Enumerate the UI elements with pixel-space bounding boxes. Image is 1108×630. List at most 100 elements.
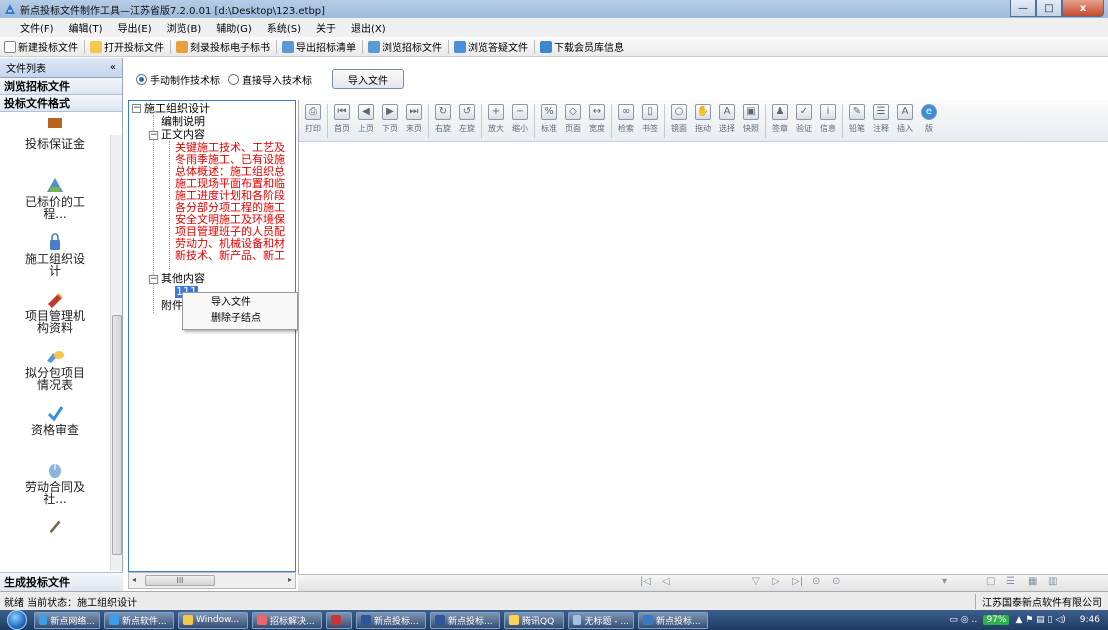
- fit-page-button[interactable]: ◇ 页面: [561, 100, 585, 140]
- sidebar-item-subcontract[interactable]: 拟分包项目情况表: [0, 345, 110, 402]
- menu-about[interactable]: 关于: [316, 20, 336, 35]
- view-grid-icon[interactable]: ▦: [1028, 576, 1037, 587]
- export-list-button[interactable]: 导出招标清单: [282, 39, 356, 54]
- sidebar-item-qualification[interactable]: 资格审查: [0, 402, 110, 459]
- sidebar-scroll-thumb[interactable]: [112, 315, 122, 555]
- sidebar-cat-bid-format[interactable]: 投标文件格式: [0, 95, 122, 112]
- close-button[interactable]: x: [1062, 0, 1104, 17]
- tree-horizontal-scrollbar[interactable]: ◂ III ▸: [128, 572, 296, 589]
- info-button[interactable]: i 信息: [816, 100, 840, 140]
- rotate-left-button[interactable]: ↺ 左旋: [455, 100, 479, 140]
- menu-system[interactable]: 系统(S): [267, 20, 301, 35]
- taskbar-item[interactable]: 新点投标...: [638, 611, 708, 629]
- ctx-delete-child[interactable]: 删除子结点: [183, 311, 297, 327]
- zoom-in-button[interactable]: + 放大: [484, 100, 508, 140]
- fit-width-button[interactable]: ↔ 宽度: [585, 100, 609, 140]
- download-member-button[interactable]: 下载会员库信息: [540, 39, 624, 54]
- nav-first-icon[interactable]: |◁: [640, 576, 651, 587]
- standard-size-button[interactable]: % 标准: [537, 100, 561, 140]
- taskbar-item[interactable]: [326, 611, 352, 629]
- maximize-button[interactable]: □: [1036, 0, 1062, 17]
- tree-scroll-thumb[interactable]: III: [145, 575, 215, 586]
- last-page-button[interactable]: ⏭ 末页: [402, 100, 426, 140]
- new-bid-file-button[interactable]: 新建投标文件: [4, 39, 78, 54]
- sidebar-item-more[interactable]: [0, 516, 110, 536]
- stamp-button[interactable]: ♟ 签章: [768, 100, 792, 140]
- sidebar-item-bid-bond[interactable]: 投标保证金: [0, 118, 110, 174]
- sidebar-item-construction-design[interactable]: 施工组织设计: [0, 231, 110, 288]
- mirror-button[interactable]: ○ 镜面: [667, 100, 691, 140]
- view-single-icon[interactable]: □: [986, 576, 995, 587]
- view-continuous-icon[interactable]: ☰: [1006, 576, 1015, 587]
- minimize-button[interactable]: —: [1010, 0, 1036, 17]
- zoom-dropdown-icon[interactable]: ▾: [942, 576, 947, 587]
- start-button[interactable]: [0, 610, 34, 630]
- scroll-right-icon[interactable]: ▸: [288, 575, 292, 584]
- taskbar-item[interactable]: Window...: [178, 611, 248, 629]
- radio-manual-tech[interactable]: 手动制作技术标: [136, 72, 220, 87]
- annotate-button[interactable]: ☰ 注释: [869, 100, 893, 140]
- tree-collapse-icon[interactable]: −: [149, 275, 158, 284]
- bookmark-button[interactable]: ▯ 书签: [638, 100, 662, 140]
- sidebar-cat-browse-tender[interactable]: 浏览招标文件: [0, 78, 122, 95]
- tray-icons-right[interactable]: ▲ ⚑ ▤ ▯ ◁): [1015, 615, 1065, 625]
- taskbar-item[interactable]: 腾讯QQ: [504, 611, 564, 629]
- taskbar-item[interactable]: 招标解决...: [252, 611, 322, 629]
- tree-collapse-icon[interactable]: −: [149, 131, 158, 140]
- search-button[interactable]: ∞ 检索: [614, 100, 638, 140]
- tray-icons[interactable]: ▭ ◎ ‥: [949, 615, 977, 625]
- first-page-button[interactable]: ⏮ 首页: [330, 100, 354, 140]
- snapshot-button[interactable]: ▣ 快照: [739, 100, 763, 140]
- version-button[interactable]: e版: [917, 100, 941, 140]
- browse-tender-button[interactable]: 浏览招标文件: [368, 39, 442, 54]
- menu-exit[interactable]: 退出(X): [351, 20, 386, 35]
- pencil-button[interactable]: ✎ 铅笔: [845, 100, 869, 140]
- print-button[interactable]: ⎙ 打印: [301, 100, 325, 140]
- tree-node-red-item[interactable]: 新技术、新产品、新工: [175, 250, 285, 262]
- nav-next-icon[interactable]: ▷: [772, 576, 780, 587]
- menu-browse[interactable]: 浏览(B): [167, 20, 202, 35]
- insert-button[interactable]: A 插入: [893, 100, 917, 140]
- nav-zoom-out-icon[interactable]: ⊙: [832, 576, 840, 587]
- zoom-out-button[interactable]: − 缩小: [508, 100, 532, 140]
- select-button[interactable]: A 选择: [715, 100, 739, 140]
- taskbar-item[interactable]: 新点投标...: [356, 611, 426, 629]
- verify-button[interactable]: ✓ 验证: [792, 100, 816, 140]
- sidebar-scrollbar[interactable]: [110, 135, 122, 571]
- menu-edit[interactable]: 编辑(T): [69, 20, 103, 35]
- menu-assist[interactable]: 辅助(G): [216, 20, 252, 35]
- prev-page-button[interactable]: ◀ 上页: [354, 100, 378, 140]
- nav-page-dropdown-icon[interactable]: ▽: [752, 576, 760, 587]
- tree-node-attachment[interactable]: 附件: [161, 300, 183, 312]
- taskbar-item[interactable]: 无标题 - ...: [568, 611, 634, 629]
- burn-bid-button[interactable]: 刻录投标电子标书: [176, 39, 270, 54]
- nav-zoom-in-icon[interactable]: ⊙: [812, 576, 820, 587]
- generate-bid-file-button[interactable]: 生成投标文件: [0, 572, 123, 591]
- import-file-button[interactable]: 导入文件: [332, 69, 404, 89]
- browse-qa-button[interactable]: 浏览答疑文件: [454, 39, 528, 54]
- sidebar-item-project-management[interactable]: 项目管理机构资料: [0, 288, 110, 345]
- taskbar-item[interactable]: 新点投标...: [430, 611, 500, 629]
- menu-file[interactable]: 文件(F): [20, 20, 54, 35]
- open-bid-file-button[interactable]: 打开投标文件: [90, 39, 164, 54]
- ctx-import-file[interactable]: 导入文件: [183, 295, 297, 311]
- tree-node-main-content[interactable]: 正文内容: [161, 129, 205, 141]
- tree-node-other-content[interactable]: 其他内容: [161, 273, 205, 285]
- sidebar-item-priced-project[interactable]: 已标价的工程...: [0, 174, 110, 231]
- tree-node-root[interactable]: 施工组织设计: [144, 103, 210, 115]
- taskbar-item[interactable]: 新点软件...: [104, 611, 174, 629]
- nav-last-icon[interactable]: ▷|: [792, 576, 803, 587]
- clock[interactable]: 9:46: [1080, 615, 1100, 625]
- view-double-icon[interactable]: ▥: [1048, 576, 1057, 587]
- menu-export[interactable]: 导出(E): [117, 20, 151, 35]
- taskbar-item[interactable]: 新点网络...: [34, 611, 100, 629]
- radio-import-tech[interactable]: 直接导入技术标: [228, 72, 312, 87]
- battery-indicator[interactable]: 97%: [983, 615, 1010, 625]
- tree-node-compile-notes[interactable]: 编制说明: [161, 116, 205, 128]
- drag-button[interactable]: ✋ 拖动: [691, 100, 715, 140]
- sidebar-item-labor-contract[interactable]: 劳动合同及社...: [0, 459, 110, 516]
- next-page-button[interactable]: ▶ 下页: [378, 100, 402, 140]
- scroll-left-icon[interactable]: ◂: [132, 575, 136, 584]
- collapse-icon[interactable]: «: [110, 62, 116, 73]
- tree-collapse-icon[interactable]: −: [132, 104, 141, 113]
